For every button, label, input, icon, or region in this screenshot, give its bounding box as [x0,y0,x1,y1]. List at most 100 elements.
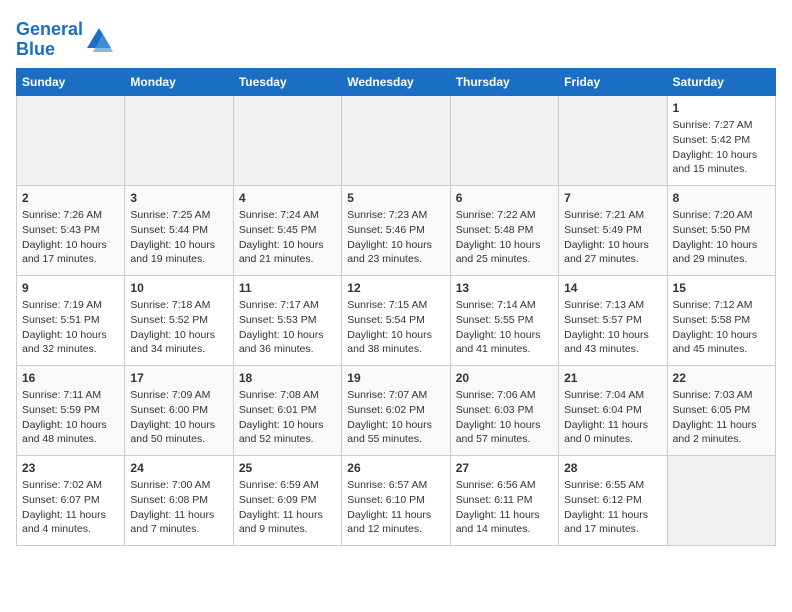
calendar-cell [450,95,558,185]
calendar-cell [667,455,775,545]
day-info: Daylight: 10 hours and 19 minutes. [130,238,227,267]
calendar-table: SundayMondayTuesdayWednesdayThursdayFrid… [16,68,776,546]
calendar-cell: 2Sunrise: 7:26 AMSunset: 5:43 PMDaylight… [17,185,125,275]
day-number: 5 [347,190,444,207]
day-info: Sunset: 6:00 PM [130,403,227,418]
calendar-week-1: 1Sunrise: 7:27 AMSunset: 5:42 PMDaylight… [17,95,776,185]
calendar-cell: 4Sunrise: 7:24 AMSunset: 5:45 PMDaylight… [233,185,341,275]
day-info: Daylight: 11 hours and 0 minutes. [564,418,661,447]
day-info: Daylight: 10 hours and 43 minutes. [564,328,661,357]
day-number: 28 [564,460,661,477]
day-info: Sunset: 6:10 PM [347,493,444,508]
calendar-cell: 9Sunrise: 7:19 AMSunset: 5:51 PMDaylight… [17,275,125,365]
day-info: Sunrise: 6:55 AM [564,478,661,493]
day-info: Sunrise: 7:24 AM [239,208,336,223]
day-number: 11 [239,280,336,297]
day-info: Daylight: 10 hours and 36 minutes. [239,328,336,357]
day-number: 13 [456,280,553,297]
day-info: Sunset: 5:55 PM [456,313,553,328]
calendar-cell: 26Sunrise: 6:57 AMSunset: 6:10 PMDayligh… [342,455,450,545]
day-info: Sunset: 6:09 PM [239,493,336,508]
day-number: 20 [456,370,553,387]
calendar-cell: 22Sunrise: 7:03 AMSunset: 6:05 PMDayligh… [667,365,775,455]
day-info: Daylight: 10 hours and 17 minutes. [22,238,119,267]
day-info: Sunrise: 6:56 AM [456,478,553,493]
calendar-cell: 8Sunrise: 7:20 AMSunset: 5:50 PMDaylight… [667,185,775,275]
day-info: Daylight: 10 hours and 23 minutes. [347,238,444,267]
day-info: Sunset: 5:46 PM [347,223,444,238]
day-number: 4 [239,190,336,207]
page-header: General Blue [16,16,776,60]
day-info: Sunset: 5:53 PM [239,313,336,328]
calendar-cell: 6Sunrise: 7:22 AMSunset: 5:48 PMDaylight… [450,185,558,275]
day-info: Sunrise: 7:04 AM [564,388,661,403]
calendar-cell: 25Sunrise: 6:59 AMSunset: 6:09 PMDayligh… [233,455,341,545]
calendar-cell [342,95,450,185]
day-info: Sunset: 5:44 PM [130,223,227,238]
day-info: Sunset: 6:04 PM [564,403,661,418]
day-info: Daylight: 11 hours and 14 minutes. [456,508,553,537]
day-number: 19 [347,370,444,387]
day-info: Sunset: 5:49 PM [564,223,661,238]
calendar-week-2: 2Sunrise: 7:26 AMSunset: 5:43 PMDaylight… [17,185,776,275]
logo: General Blue [16,20,113,60]
day-info: Sunset: 5:48 PM [456,223,553,238]
day-number: 27 [456,460,553,477]
calendar-cell: 28Sunrise: 6:55 AMSunset: 6:12 PMDayligh… [559,455,667,545]
day-info: Sunrise: 7:03 AM [673,388,770,403]
day-info: Daylight: 10 hours and 48 minutes. [22,418,119,447]
logo-icon [85,26,113,54]
calendar-week-4: 16Sunrise: 7:11 AMSunset: 5:59 PMDayligh… [17,365,776,455]
day-info: Sunset: 6:05 PM [673,403,770,418]
calendar-cell: 24Sunrise: 7:00 AMSunset: 6:08 PMDayligh… [125,455,233,545]
day-info: Sunrise: 7:15 AM [347,298,444,313]
calendar-cell: 27Sunrise: 6:56 AMSunset: 6:11 PMDayligh… [450,455,558,545]
day-info: Daylight: 10 hours and 15 minutes. [673,148,770,177]
day-info: Sunset: 6:12 PM [564,493,661,508]
day-info: Sunrise: 7:08 AM [239,388,336,403]
day-info: Sunrise: 7:11 AM [22,388,119,403]
day-number: 14 [564,280,661,297]
calendar-cell: 1Sunrise: 7:27 AMSunset: 5:42 PMDaylight… [667,95,775,185]
day-info: Sunrise: 7:23 AM [347,208,444,223]
calendar-cell: 11Sunrise: 7:17 AMSunset: 5:53 PMDayligh… [233,275,341,365]
day-number: 15 [673,280,770,297]
day-info: Daylight: 10 hours and 52 minutes. [239,418,336,447]
calendar-cell: 10Sunrise: 7:18 AMSunset: 5:52 PMDayligh… [125,275,233,365]
day-info: Sunset: 6:01 PM [239,403,336,418]
day-info: Sunrise: 7:12 AM [673,298,770,313]
day-info: Sunrise: 7:20 AM [673,208,770,223]
calendar-cell: 3Sunrise: 7:25 AMSunset: 5:44 PMDaylight… [125,185,233,275]
day-info: Sunset: 6:11 PM [456,493,553,508]
day-info: Sunset: 5:54 PM [347,313,444,328]
day-number: 1 [673,100,770,117]
day-info: Daylight: 10 hours and 32 minutes. [22,328,119,357]
calendar-cell: 5Sunrise: 7:23 AMSunset: 5:46 PMDaylight… [342,185,450,275]
day-info: Sunrise: 7:14 AM [456,298,553,313]
day-number: 16 [22,370,119,387]
calendar-cell: 14Sunrise: 7:13 AMSunset: 5:57 PMDayligh… [559,275,667,365]
calendar-cell: 23Sunrise: 7:02 AMSunset: 6:07 PMDayligh… [17,455,125,545]
day-number: 22 [673,370,770,387]
calendar-cell: 18Sunrise: 7:08 AMSunset: 6:01 PMDayligh… [233,365,341,455]
calendar-header-row: SundayMondayTuesdayWednesdayThursdayFrid… [17,68,776,95]
calendar-week-5: 23Sunrise: 7:02 AMSunset: 6:07 PMDayligh… [17,455,776,545]
day-info: Sunset: 5:59 PM [22,403,119,418]
col-header-wednesday: Wednesday [342,68,450,95]
day-info: Sunrise: 6:59 AM [239,478,336,493]
calendar-cell: 17Sunrise: 7:09 AMSunset: 6:00 PMDayligh… [125,365,233,455]
calendar-cell [17,95,125,185]
day-info: Sunset: 6:02 PM [347,403,444,418]
day-number: 3 [130,190,227,207]
calendar-cell: 21Sunrise: 7:04 AMSunset: 6:04 PMDayligh… [559,365,667,455]
day-info: Sunrise: 7:21 AM [564,208,661,223]
day-info: Sunrise: 7:06 AM [456,388,553,403]
day-info: Daylight: 10 hours and 27 minutes. [564,238,661,267]
day-info: Sunrise: 7:25 AM [130,208,227,223]
day-info: Sunrise: 7:00 AM [130,478,227,493]
day-info: Daylight: 11 hours and 7 minutes. [130,508,227,537]
day-info: Sunset: 5:57 PM [564,313,661,328]
calendar-cell [233,95,341,185]
day-number: 12 [347,280,444,297]
day-info: Sunrise: 6:57 AM [347,478,444,493]
